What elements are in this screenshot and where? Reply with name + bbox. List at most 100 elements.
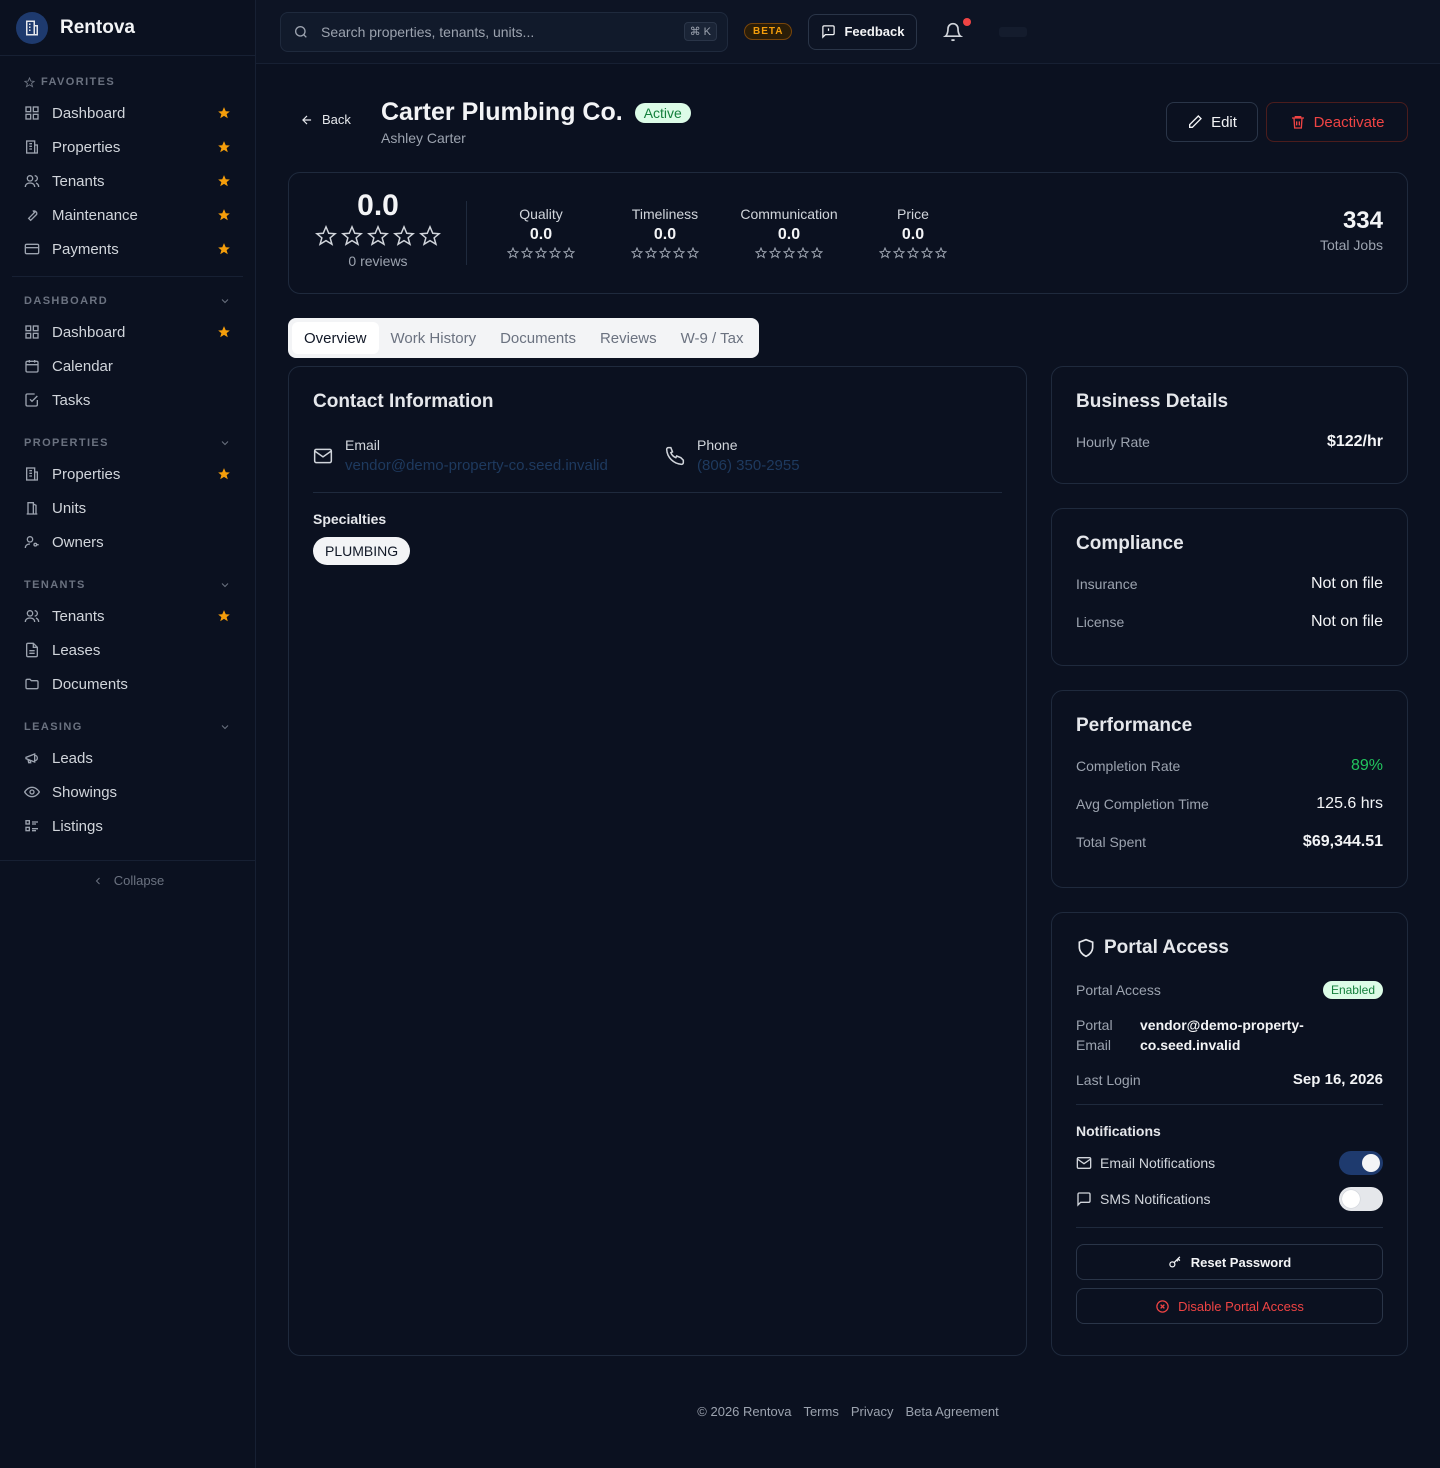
sidebar-item-tenants[interactable]: Tenants (12, 164, 243, 198)
arrow-left-icon (302, 115, 312, 124)
value-line: co.seed.invalid (1140, 1037, 1241, 1053)
toggle-knob (1362, 1154, 1380, 1172)
tab-documents[interactable]: Documents (488, 322, 588, 354)
divider (1076, 1227, 1383, 1228)
search-input[interactable]: Search properties, tenants, units... ⌘ K (280, 11, 728, 52)
disable-portal-access-button[interactable]: Disable Portal Access (1076, 1288, 1383, 1324)
terms-link[interactable]: Terms (803, 1404, 838, 1419)
main-content: Back Carter Plumbing Co. Active Ashley C… (288, 64, 1408, 1356)
email-link[interactable]: vendor@demo-property-co.seed.invalid (345, 457, 608, 474)
card-title: Portal Access (1104, 937, 1229, 958)
phone-link[interactable]: (806) 350-2955 (697, 457, 800, 474)
sidebar-item-leases[interactable]: Leases (12, 633, 243, 667)
star-outline-icon (935, 247, 947, 259)
sidebar-item-properties[interactable]: Properties (12, 130, 243, 164)
sidebar-item-dashboard[interactable]: Dashboard (12, 96, 243, 130)
credit-card-icon (24, 243, 40, 255)
sidebar-item-units[interactable]: Units (12, 491, 243, 525)
divider (466, 201, 467, 265)
sidebar-item-label: Leases (52, 641, 101, 659)
rating-stars (615, 247, 715, 259)
copyright: © 2026 Rentova (697, 1404, 792, 1419)
rating-timeliness: Timeliness 0.0 (615, 206, 715, 259)
rating-price: Price 0.0 (863, 206, 963, 259)
tab-reviews[interactable]: Reviews (588, 322, 669, 354)
brand[interactable]: Rentova (0, 0, 255, 56)
sidebar-item-documents[interactable]: Documents (12, 667, 243, 701)
avg-completion-label: Avg Completion Time (1076, 796, 1209, 812)
section-tenants[interactable]: TENANTS (12, 571, 243, 599)
business-details-card: Business Details Hourly Rate $122/hr (1051, 366, 1408, 484)
edit-label: Edit (1211, 113, 1237, 131)
sidebar-item-calendar[interactable]: Calendar (12, 349, 243, 383)
feedback-button[interactable]: Feedback (808, 13, 918, 50)
rating-summary-card: 0.0 0 reviews Quality 0.0 Timeliness 0.0… (288, 172, 1408, 294)
feedback-label: Feedback (844, 24, 905, 39)
sidebar-nav: FAVORITES Dashboard Properties Tenants M… (0, 68, 255, 843)
reset-password-button[interactable]: Reset Password (1076, 1244, 1383, 1280)
star-outline-icon (631, 247, 643, 259)
key-icon (1169, 1255, 1181, 1267)
door-icon (26, 502, 38, 515)
portal-email-label: Portal Email (1076, 1015, 1140, 1055)
sidebar-item-label: Leads (52, 749, 93, 767)
sidebar-item-showings[interactable]: Showings (12, 775, 243, 809)
tab-work-history[interactable]: Work History (379, 322, 489, 354)
brand-name: Rentova (60, 16, 135, 38)
building-icon (25, 140, 38, 154)
rating-communication: Communication 0.0 (739, 206, 839, 259)
last-login-row: Last Login Sep 16, 2026 (1076, 1071, 1383, 1088)
rating-value: 0.0 (901, 226, 925, 243)
edit-button[interactable]: Edit (1166, 102, 1258, 142)
sidebar-item-maintenance[interactable]: Maintenance (12, 198, 243, 232)
sidebar-item-properties[interactable]: Properties (12, 457, 243, 491)
deactivate-label: Deactivate (1313, 113, 1385, 131)
email-field: Email vendor@demo-property-co.seed.inval… (313, 437, 665, 474)
sidebar-item-dashboard[interactable]: Dashboard (12, 315, 243, 349)
section-leasing[interactable]: LEASING (12, 713, 243, 741)
folder-icon (25, 678, 39, 690)
privacy-link[interactable]: Privacy (851, 1404, 894, 1419)
chevron-down-icon (221, 299, 229, 304)
star-outline-icon (535, 247, 547, 259)
beta-agreement-link[interactable]: Beta Agreement (905, 1404, 998, 1419)
license-label: License (1076, 614, 1125, 630)
user-menu-placeholder[interactable] (999, 26, 1028, 37)
phone-field: Phone (806) 350-2955 (665, 437, 800, 474)
star-icon (218, 243, 230, 255)
tab-w9-tax[interactable]: W-9 / Tax (669, 322, 756, 354)
section-title: TENANTS (24, 579, 86, 591)
value-line: vendor@demo-property- (1140, 1017, 1304, 1033)
section-dashboard[interactable]: DASHBOARD (12, 287, 243, 315)
star-icon (218, 107, 230, 119)
deactivate-button[interactable]: Deactivate (1266, 102, 1408, 142)
reset-password-label: Reset Password (1190, 1254, 1292, 1270)
back-button[interactable]: Back (300, 112, 351, 127)
license-row: License Not on file (1076, 613, 1383, 631)
sidebar-item-payments[interactable]: Payments (12, 232, 243, 266)
notifications-button[interactable] (943, 17, 972, 42)
rating-stars (491, 247, 591, 259)
wrench-icon (27, 210, 38, 222)
sidebar-item-label: Showings (52, 783, 118, 801)
sidebar-item-label: Tenants (52, 172, 105, 190)
sms-notifications-toggle[interactable] (1339, 1187, 1383, 1211)
sidebar-item-leads[interactable]: Leads (12, 741, 243, 775)
label-line: Email (1076, 1037, 1112, 1053)
sms-notifications-row: SMS Notifications (1076, 1181, 1383, 1217)
review-count: 0 reviews (348, 253, 408, 269)
megaphone-icon (25, 753, 38, 764)
last-login-value: Sep 16, 2026 (1292, 1071, 1383, 1088)
sidebar-item-owners[interactable]: Owners (12, 525, 243, 559)
collapse-button[interactable]: Collapse (0, 860, 256, 900)
email-notifications-toggle[interactable] (1339, 1151, 1383, 1175)
sidebar-item-tenants[interactable]: Tenants (12, 599, 243, 633)
star-outline-icon (755, 247, 767, 259)
section-title: LEASING (24, 721, 83, 733)
page-title: Carter Plumbing Co. (381, 98, 623, 126)
sidebar-item-tasks[interactable]: Tasks (12, 383, 243, 417)
sidebar-item-listings[interactable]: Listings (12, 809, 243, 843)
email-label: Email (345, 437, 381, 453)
tab-overview[interactable]: Overview (292, 322, 379, 354)
section-properties[interactable]: PROPERTIES (12, 429, 243, 457)
